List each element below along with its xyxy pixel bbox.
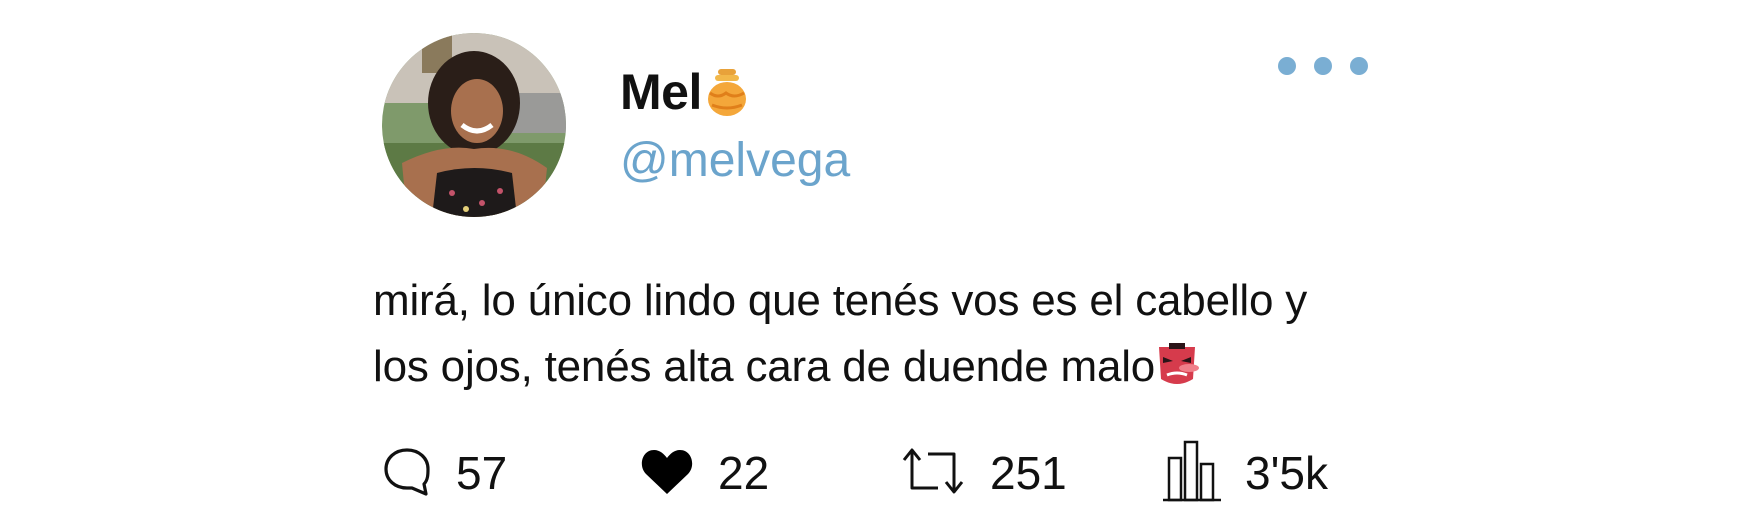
tweet-text-line-2-content: los ojos, tenés alta cara de duende malo xyxy=(373,342,1156,391)
goblin-icon xyxy=(1155,341,1200,389)
tweet-actions: 57 22 251 3'5k xyxy=(0,438,1748,508)
retweet-icon xyxy=(900,446,966,501)
tweet-text-line-2: los ojos, tenés alta cara de duende malo xyxy=(373,334,1423,400)
display-name-row[interactable]: Mel xyxy=(620,64,748,120)
display-name[interactable]: Mel xyxy=(620,64,702,120)
reply-button[interactable]: 57 xyxy=(382,438,507,508)
reply-count: 57 xyxy=(456,447,508,499)
more-dots-icon[interactable] xyxy=(1278,50,1368,82)
like-count: 22 xyxy=(718,447,770,499)
avatar[interactable] xyxy=(382,33,566,217)
dot xyxy=(1278,57,1296,75)
user-handle[interactable]: @melvega xyxy=(620,133,850,189)
tweet-text-line-1: mirá, lo único lindo que tenés vos es el… xyxy=(373,276,1308,325)
heart-icon xyxy=(640,446,694,501)
tweet-card: Mel @melvega mirá, lo único lindo que te… xyxy=(0,0,1748,524)
dot xyxy=(1350,57,1368,75)
avatar-photo xyxy=(382,33,566,217)
views-count: 3'5k xyxy=(1245,447,1328,499)
views-button[interactable]: 3'5k xyxy=(1163,438,1328,508)
retweet-button[interactable]: 251 xyxy=(900,438,1067,508)
retweet-count: 251 xyxy=(990,447,1067,499)
views-icon xyxy=(1163,440,1221,507)
honey-pot-icon xyxy=(706,67,748,117)
like-button[interactable]: 22 xyxy=(640,438,769,508)
reply-icon xyxy=(382,446,432,501)
tweet-text: mirá, lo único lindo que tenés vos es el… xyxy=(373,268,1423,400)
dot xyxy=(1314,57,1332,75)
